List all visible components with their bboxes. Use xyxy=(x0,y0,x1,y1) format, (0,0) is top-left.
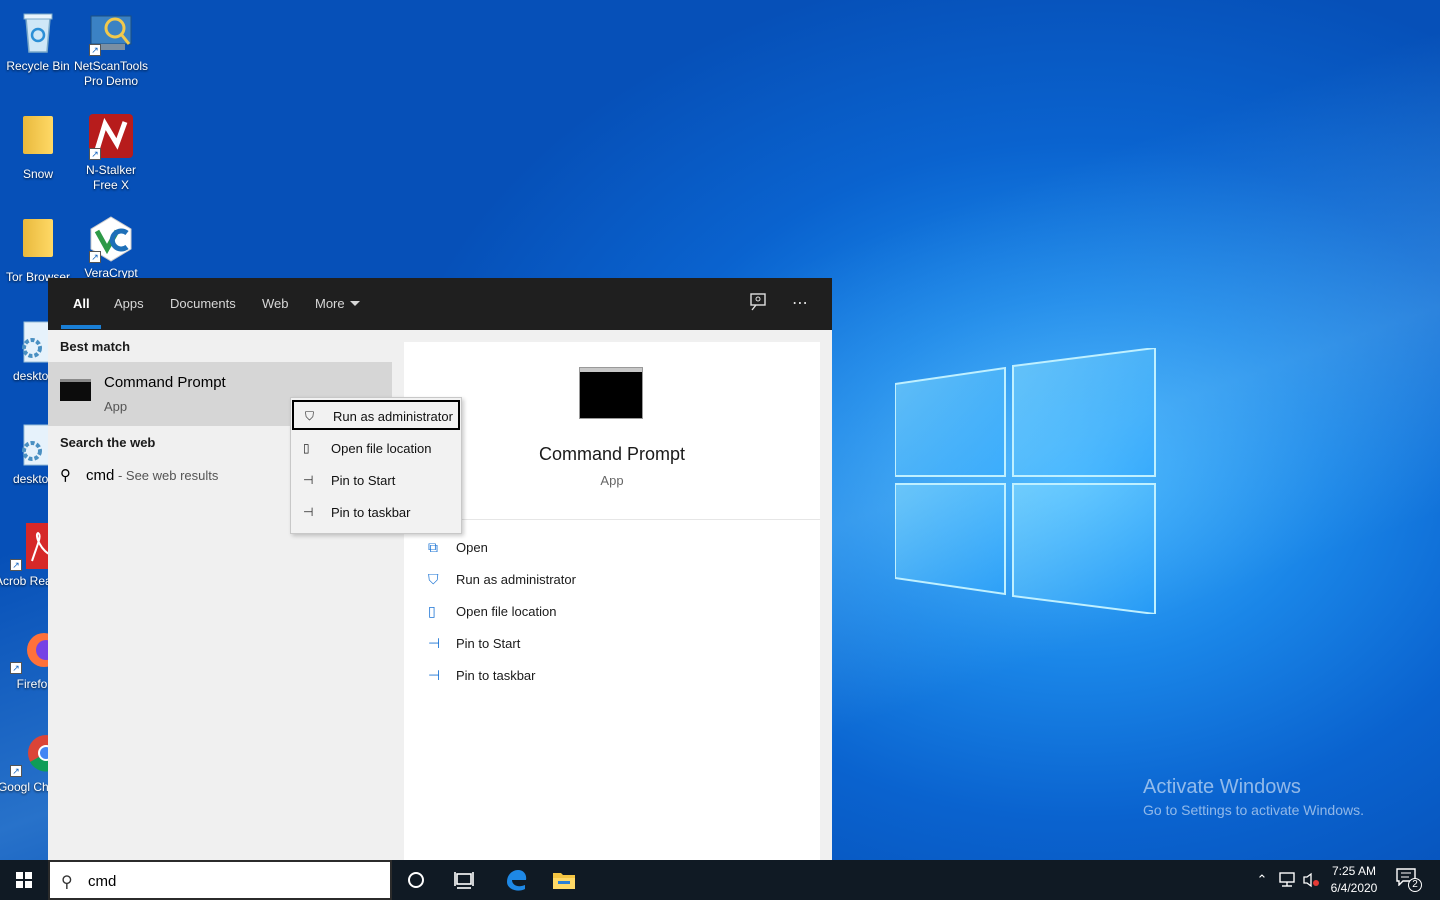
ctx-pin-to-taskbar[interactable]: ⊣ Pin to taskbar xyxy=(292,498,460,528)
divider xyxy=(404,519,820,520)
command-prompt-icon xyxy=(60,379,91,401)
shield-icon: ⛉ xyxy=(428,571,439,587)
veracrypt-icon: ↗ xyxy=(87,215,135,263)
start-button[interactable] xyxy=(0,860,48,900)
windows-start-icon xyxy=(16,872,32,888)
shortcut-arrow-icon: ↗ xyxy=(10,662,22,674)
network-icon[interactable] xyxy=(1276,860,1298,900)
search-tabbar: All Apps Documents Web More ⋯ xyxy=(48,278,832,330)
command-prompt-large-icon xyxy=(580,368,642,418)
search-web-header: Search the web xyxy=(60,435,156,450)
tab-web[interactable]: Web xyxy=(262,278,289,330)
tab-all[interactable]: All xyxy=(73,278,90,330)
tab-apps[interactable]: Apps xyxy=(114,278,144,330)
shortcut-arrow-icon: ↗ xyxy=(89,148,101,160)
edge-button[interactable] xyxy=(492,860,540,900)
task-view-icon xyxy=(454,872,474,889)
desktop-icon-label: Recycle Bin xyxy=(6,59,70,73)
web-hint: - See web results xyxy=(114,468,219,483)
desktop-icon-veracrypt[interactable]: ↗ VeraCrypt xyxy=(73,215,149,281)
action-label: Open xyxy=(456,540,488,555)
shortcut-arrow-icon: ↗ xyxy=(10,765,22,777)
desktop-icon-n-stalker[interactable]: ↗ N-Stalker Free X xyxy=(73,112,149,193)
cortana-circle-icon xyxy=(408,872,424,888)
file-location-icon: ▯ xyxy=(303,441,310,455)
ctx-label: Pin to taskbar xyxy=(331,505,411,520)
folder-icon xyxy=(14,219,62,267)
activate-windows-subtitle: Go to Settings to activate Windows. xyxy=(1143,802,1364,818)
search-panel: All Apps Documents Web More ⋯ Best match… xyxy=(48,278,832,860)
feedback-icon[interactable] xyxy=(746,292,770,316)
n-stalker-icon: ↗ xyxy=(87,112,135,160)
volume-muted-icon[interactable] xyxy=(1300,860,1322,900)
detail-title: Command Prompt xyxy=(538,444,686,464)
chevron-down-icon xyxy=(349,301,360,306)
best-match-subtitle: App xyxy=(104,399,128,414)
shortcut-arrow-icon: ↗ xyxy=(89,251,101,263)
shield-icon: ⛉ xyxy=(305,409,315,423)
task-view-button[interactable] xyxy=(440,860,488,900)
taskbar: ⚲ ⌃ 7:25 AM 6/4/2020 2 xyxy=(0,860,1440,900)
edge-icon xyxy=(507,870,527,891)
web-result[interactable]: ⚲ cmd - See web results xyxy=(60,466,218,484)
show-hidden-icons-chevron-up-icon[interactable]: ⌃ xyxy=(1252,860,1272,900)
desktop-icon-recycle-bin[interactable]: Recycle Bin xyxy=(0,8,76,74)
folder-icon xyxy=(14,116,62,164)
notification-count-badge: 2 xyxy=(1408,878,1422,892)
action-center-button[interactable]: 2 xyxy=(1396,868,1422,892)
tab-more[interactable]: More xyxy=(315,278,360,330)
ctx-open-file-location[interactable]: ▯ Open file location xyxy=(292,434,460,464)
search-icon: ⚲ xyxy=(61,874,73,891)
tab-more-label: More xyxy=(315,296,345,311)
desktop-icon-netscantools[interactable]: ↗ NetScanTools Pro Demo xyxy=(73,8,149,89)
desktop-icon-snow[interactable]: Snow xyxy=(0,112,76,182)
desktop-icon-tor-browser[interactable]: Tor Browser xyxy=(0,215,76,285)
ctx-label: Pin to Start xyxy=(331,473,396,488)
web-query: cmd xyxy=(86,467,115,484)
shortcut-arrow-icon: ↗ xyxy=(89,44,101,56)
search-icon: ⚲ xyxy=(60,467,71,484)
folder-icon xyxy=(553,873,575,889)
context-menu: ⛉ Run as administrator ▯ Open file locat… xyxy=(290,397,462,534)
action-label: Open file location xyxy=(456,604,557,619)
recycle-bin-icon xyxy=(14,8,62,56)
ctx-pin-to-start[interactable]: ⊣ Pin to Start xyxy=(292,466,460,496)
pin-icon: ⊣ xyxy=(303,505,314,519)
cortana-button[interactable] xyxy=(392,860,440,900)
result-detail-pane: Command Prompt App ⧉ Open ⛉ Run as admin… xyxy=(404,342,820,860)
clock-time: 7:25 AM xyxy=(1331,864,1377,878)
file-explorer-button[interactable] xyxy=(540,860,588,900)
detail-subtitle: App xyxy=(600,473,624,488)
pin-icon: ⊣ xyxy=(428,667,441,683)
pin-icon: ⊣ xyxy=(303,473,314,487)
active-tab-indicator xyxy=(61,325,101,329)
action-label: Run as administrator xyxy=(456,572,576,587)
pin-icon: ⊣ xyxy=(428,635,441,651)
action-label: Pin to Start xyxy=(456,636,521,651)
tab-documents[interactable]: Documents xyxy=(170,278,236,330)
desktop-icon-label: N-Stalker Free X xyxy=(85,163,136,192)
clock-date: 6/4/2020 xyxy=(1330,881,1378,895)
system-clock[interactable]: 7:25 AM 6/4/2020 xyxy=(1322,863,1386,897)
ctx-run-as-administrator[interactable]: ⛉ Run as administrator xyxy=(292,400,460,430)
desktop-icon-label: Snow xyxy=(22,167,54,181)
ctx-label: Run as administrator xyxy=(333,409,453,424)
search-input[interactable] xyxy=(88,871,378,891)
open-icon: ⧉ xyxy=(428,539,438,555)
shortcut-arrow-icon: ↗ xyxy=(10,559,22,571)
netscantools-icon: ↗ xyxy=(87,8,135,56)
activate-windows-title: Activate Windows xyxy=(1143,776,1301,798)
best-match-title: Command Prompt xyxy=(104,374,226,391)
more-options-icon[interactable]: ⋯ xyxy=(788,292,812,316)
best-match-header: Best match xyxy=(60,339,131,354)
file-location-icon: ▯ xyxy=(428,603,436,619)
action-label: Pin to taskbar xyxy=(456,668,536,683)
windows-logo-wallpaper xyxy=(895,348,1156,614)
taskbar-search-box[interactable]: ⚲ xyxy=(48,860,392,900)
desktop-icon-label: NetScanTools Pro Demo xyxy=(73,59,149,88)
ctx-label: Open file location xyxy=(331,441,432,456)
